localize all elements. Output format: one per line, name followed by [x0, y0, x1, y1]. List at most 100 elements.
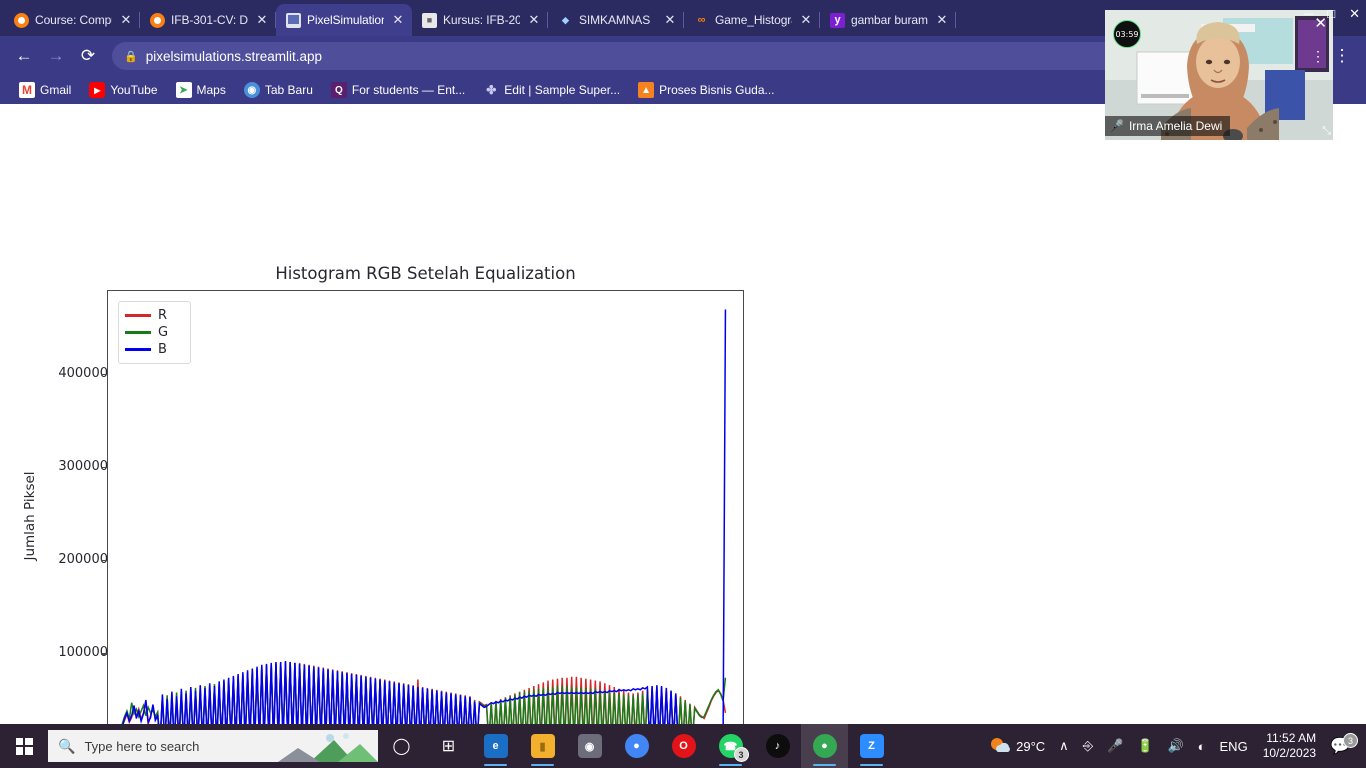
browser-tab-2-active[interactable]: PixelSimulations ✕	[276, 4, 412, 36]
reload-icon[interactable]: ⟳	[72, 40, 104, 72]
browser-tab-5[interactable]: ∞ Game_Histogram ✕	[684, 4, 820, 36]
tab-close-icon[interactable]: ✕	[662, 12, 678, 28]
taskbar-app-tiktok[interactable]: ♪	[754, 724, 801, 768]
running-indicator	[484, 763, 507, 766]
taskbar-search-box[interactable]: 🔍 Type here to search	[48, 730, 378, 762]
wifi-icon[interactable]: ◐	[1191, 724, 1213, 768]
webcam-menu-icon[interactable]: ⋮	[1311, 49, 1325, 63]
taskbar-app-opera[interactable]: O	[660, 724, 707, 768]
taskbar-app-whatsapp[interactable]: ☎ 3	[707, 724, 754, 768]
start-button[interactable]	[0, 724, 48, 768]
forward-icon[interactable]: →	[40, 40, 72, 72]
chrome-profile-icon: ●	[812, 734, 837, 758]
legend-entry-g: G	[125, 324, 184, 341]
bookmark-youtube[interactable]: ▶ YouTube	[80, 82, 166, 98]
bookmark-tab-baru[interactable]: ◉ Tab Baru	[235, 82, 322, 98]
gmail-icon: M	[19, 82, 35, 98]
bookmark-maps[interactable]: ➤ Maps	[167, 82, 235, 98]
weather-cloud-icon	[990, 736, 1011, 757]
bookmark-label: For students — Ent...	[351, 83, 466, 97]
folder-icon: ▮	[530, 734, 555, 758]
microphone-icon[interactable]: 🎤	[1100, 724, 1130, 768]
search-decoration-image	[268, 730, 378, 762]
legend-label-g: G	[158, 325, 169, 340]
screen-root: Course: Compute ✕ IFB-301-CV: Diag ✕ Pix…	[0, 0, 1366, 768]
legend-label-b: B	[158, 342, 167, 357]
bookmark-for-students[interactable]: Q For students — Ent...	[322, 82, 474, 98]
monitor-icon	[286, 12, 301, 28]
taskbar-app-zoom[interactable]: Z	[848, 724, 895, 768]
browser-tab-1[interactable]: IFB-301-CV: Diag ✕	[140, 4, 276, 36]
chart-title: Histogram RGB Setelah Equalization	[275, 264, 576, 283]
bookmark-edit-sample[interactable]: ✤ Edit | Sample Super...	[474, 82, 629, 98]
window-maximize-button[interactable]: □	[1327, 6, 1335, 22]
notification-badge: 3	[1343, 733, 1358, 748]
browser-tab-0[interactable]: Course: Compute ✕	[4, 4, 140, 36]
tab-close-icon[interactable]: ✕	[526, 12, 542, 28]
quizizz-icon: Q	[330, 82, 347, 98]
diagram-icon: ▲	[638, 82, 655, 98]
windows-taskbar: 🔍 Type here to search ◯ ⊞ e ▮ ◉ ● O ☎ 3 …	[0, 724, 1366, 768]
yv-icon: y	[830, 12, 845, 28]
window-minimize-button[interactable]: ─	[1304, 6, 1313, 22]
cortana-button[interactable]: ◯	[378, 724, 425, 768]
search-icon: 🔍	[58, 737, 76, 754]
globe-icon: ◉	[243, 82, 260, 98]
opera-icon: O	[671, 734, 696, 758]
taskbar-app-chrome-profile[interactable]: ●	[801, 724, 848, 768]
taskbar-app-edge[interactable]: e	[472, 724, 519, 768]
cortana-icon: ◯	[392, 738, 411, 755]
weather-temperature: 29°C	[1016, 738, 1046, 754]
tab-close-icon[interactable]: ✕	[390, 12, 406, 28]
legend-entry-b: B	[125, 341, 184, 358]
tab-close-icon[interactable]: ✕	[798, 12, 814, 28]
taskbar-clock[interactable]: 11:52 AM 10/2/2023	[1255, 731, 1324, 761]
language-indicator[interactable]: ENG	[1213, 724, 1255, 768]
weather-widget[interactable]: 29°C	[983, 724, 1052, 768]
task-view-button[interactable]: ⊞	[425, 724, 472, 768]
bookmark-label: Gmail	[40, 83, 72, 97]
webcam-overlay[interactable]: 03:59 ✕ ⋮ ⤡ 🎤 Irma Amelia Dewi	[1105, 10, 1333, 140]
browser-tab-4[interactable]: ◆ SIMKAMNAS ✕	[548, 4, 684, 36]
whatsapp-badge: 3	[733, 747, 749, 762]
y-tick-mark	[101, 466, 107, 469]
legend-swatch-blue	[125, 348, 151, 351]
y-tick-mark	[101, 560, 107, 562]
bookmark-gmail[interactable]: M Gmail	[10, 82, 80, 98]
taskbar-app-file-explorer[interactable]: ▮	[519, 724, 566, 768]
y-tick-label: 100000	[58, 645, 108, 661]
battery-icon[interactable]: 🔋	[1130, 724, 1160, 768]
notification-center-button[interactable]: 💬 3	[1324, 733, 1360, 756]
mic-muted-icon: 🎤	[1109, 119, 1124, 133]
running-indicator	[531, 763, 554, 766]
tab-close-icon[interactable]: ✕	[118, 12, 134, 28]
bookmark-proses-bisnis[interactable]: ▲ Proses Bisnis Guda...	[629, 82, 783, 98]
back-icon[interactable]: ←	[8, 40, 40, 72]
address-bar[interactable]: 🔒 pixelsimulations.streamlit.app	[112, 42, 1122, 70]
whatsapp-icon: ☎ 3	[718, 734, 749, 762]
sparkle-icon: ✤	[486, 83, 497, 97]
volume-icon[interactable]: 🔊	[1160, 724, 1190, 768]
legend-label-r: R	[158, 308, 168, 323]
window-close-button[interactable]: ✕	[1349, 6, 1360, 22]
overlay-icon[interactable]: ⎆	[1076, 724, 1100, 768]
y-tick-label: 200000	[58, 552, 108, 568]
diamond-icon: ◆	[558, 12, 573, 28]
webcam-timer-badge: 03:59	[1113, 20, 1141, 48]
taskbar-app-chrome[interactable]: ●	[613, 724, 660, 768]
tray-expand-icon[interactable]: ∧	[1052, 724, 1076, 768]
moodle-icon	[150, 12, 165, 28]
tab-separator	[955, 12, 956, 28]
browser-tab-6[interactable]: y gambar buram d ✕	[820, 4, 956, 36]
legend-swatch-green	[125, 331, 151, 334]
windows-logo-icon	[15, 737, 33, 755]
webcam-resize-handle[interactable]: ⤡	[1322, 125, 1331, 138]
chart-plot-area: R G B	[107, 290, 744, 724]
taskbar-app-camera[interactable]: ◉	[566, 724, 613, 768]
running-indicator	[813, 763, 836, 766]
tab-title: IFB-301-CV: Diag	[171, 13, 248, 27]
oo-icon: ∞	[694, 12, 709, 28]
browser-tab-3[interactable]: ■ Kursus: IFB-203 ✕	[412, 4, 548, 36]
tab-close-icon[interactable]: ✕	[254, 12, 270, 28]
tab-close-icon[interactable]: ✕	[934, 12, 950, 28]
